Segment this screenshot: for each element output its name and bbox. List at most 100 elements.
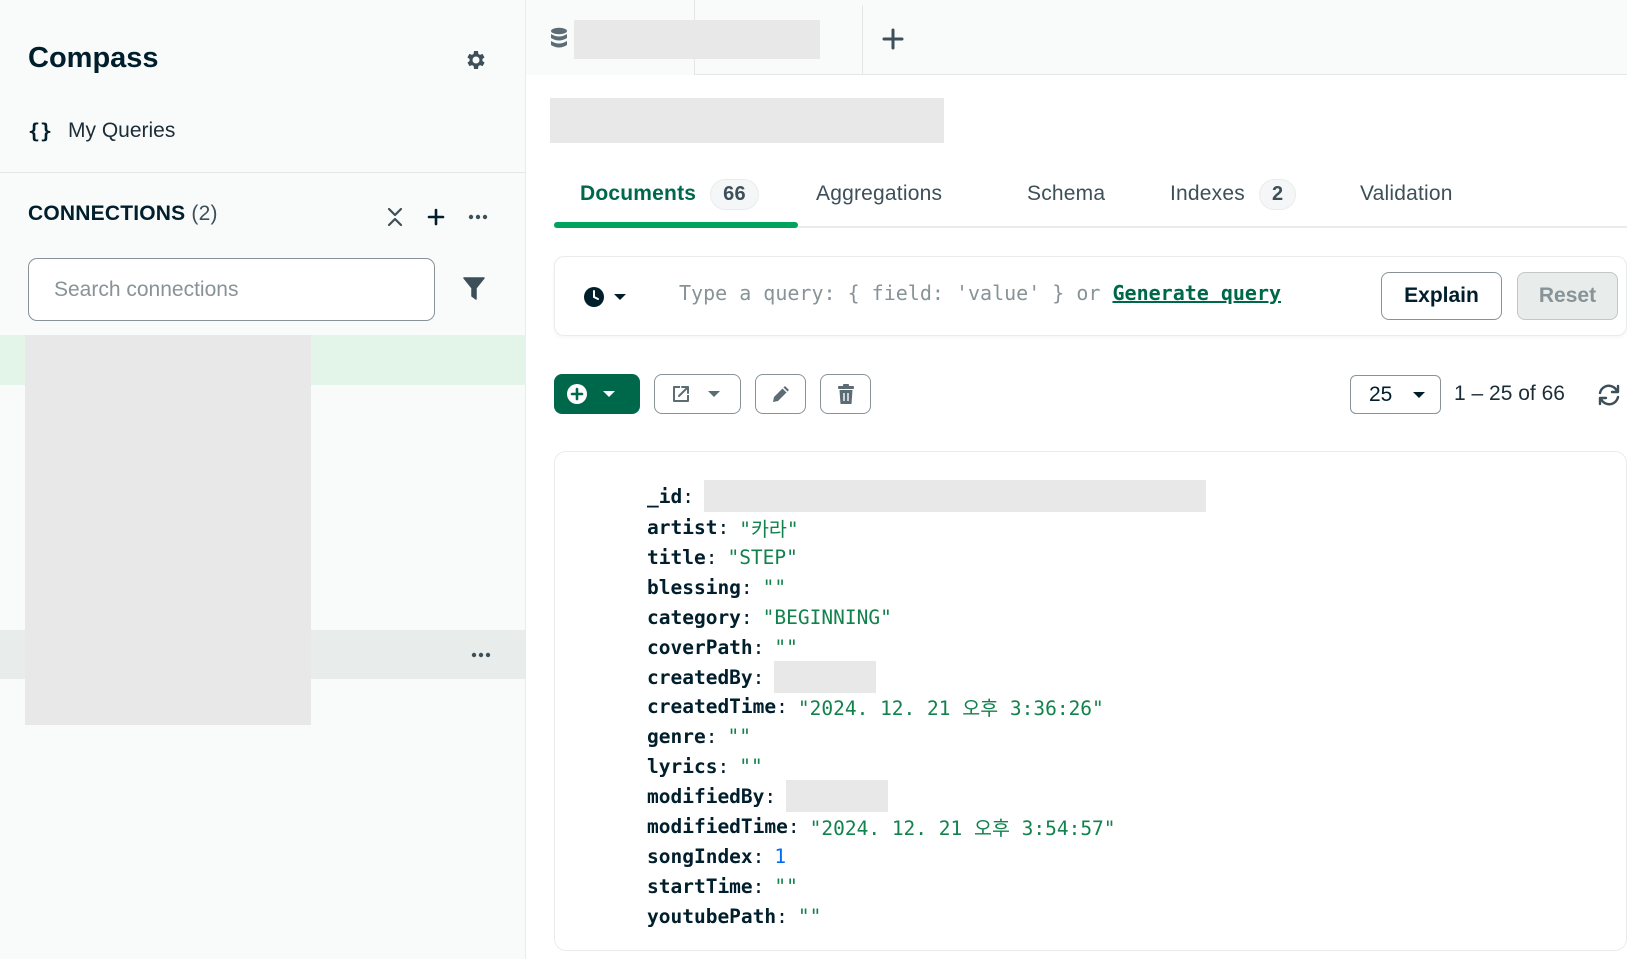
my-queries-link[interactable]: {} My Queries xyxy=(28,116,175,146)
field-value: "BEGINNING" xyxy=(762,605,892,629)
my-queries-label: My Queries xyxy=(68,119,176,142)
document-field-artist: artist : "카라" xyxy=(647,513,799,541)
tab-documents[interactable]: Documents 66 xyxy=(580,176,759,212)
tab-indexes[interactable]: Indexes 2 xyxy=(1170,176,1297,212)
field-separator: : xyxy=(752,665,765,689)
field-separator: : xyxy=(705,545,718,569)
connection-item-more-button[interactable] xyxy=(466,640,496,670)
field-separator: : xyxy=(682,484,694,508)
documents-toolbar: 25 1 – 25 of 66 xyxy=(554,374,1627,414)
tab-documents-label: Documents xyxy=(580,182,697,205)
new-tab-button[interactable] xyxy=(876,22,910,56)
generate-query-link[interactable]: Generate query xyxy=(1112,281,1281,305)
field-separator: : xyxy=(717,515,730,539)
filter-icon xyxy=(463,277,485,300)
settings-button[interactable] xyxy=(462,46,490,74)
app-title: Compass xyxy=(28,42,159,74)
connections-label: CONNECTIONS xyxy=(28,202,186,225)
tab-schema-label: Schema xyxy=(1027,182,1106,205)
redacted-connections-list xyxy=(25,335,311,725)
redacted-value xyxy=(703,480,1206,512)
add-data-button[interactable] xyxy=(554,374,640,414)
indexes-count-badge: 2 xyxy=(1258,178,1297,210)
document-field-title: title : "STEP" xyxy=(647,543,798,571)
refresh-button[interactable] xyxy=(1594,380,1624,410)
document-field-category: category : "BEGINNING" xyxy=(647,603,892,631)
field-value: 1 xyxy=(774,844,787,868)
field-key: blessing xyxy=(647,575,741,599)
document-field-youtubepath: youtubePath : "" xyxy=(647,902,821,930)
field-value: "" xyxy=(727,724,751,748)
field-separator: : xyxy=(787,814,800,838)
redacted-value xyxy=(786,780,889,812)
search-connections-input[interactable] xyxy=(29,259,434,320)
clock-icon xyxy=(584,287,604,307)
export-button[interactable] xyxy=(654,374,741,414)
connections-more-button[interactable] xyxy=(463,202,493,232)
field-value: "STEP" xyxy=(727,545,798,569)
edit-button[interactable] xyxy=(755,374,806,414)
field-separator: : xyxy=(764,784,777,808)
field-key: lyrics xyxy=(647,754,718,778)
field-value: "카라" xyxy=(739,517,799,541)
sidebar: Compass {} My Queries CONNECTIONS (2) xyxy=(0,0,526,959)
query-history-button[interactable] xyxy=(583,283,635,311)
field-separator: : xyxy=(740,605,753,629)
explain-button[interactable]: Explain xyxy=(1381,272,1502,320)
field-key: songIndex xyxy=(647,844,753,868)
chevron-down-icon xyxy=(708,391,720,397)
document-field-modifiedtime: modifiedTime : "2024. 12. 21 오후 3:54:57" xyxy=(647,812,1116,840)
field-key: startTime xyxy=(647,874,753,898)
active-tab-indicator xyxy=(554,222,798,228)
collapse-all-icon xyxy=(387,207,403,227)
collapse-all-button[interactable] xyxy=(380,202,410,232)
delete-button[interactable] xyxy=(820,374,871,414)
field-separator: : xyxy=(752,635,765,659)
field-value: "" xyxy=(739,754,763,778)
document-field-coverpath: coverPath : "" xyxy=(647,633,798,661)
pencil-icon xyxy=(772,386,789,402)
document-field-createdby: createdBy : xyxy=(647,661,877,693)
connections-count: (2) xyxy=(191,202,218,225)
redacted-tab-title xyxy=(574,20,820,59)
field-key: modifiedTime xyxy=(647,814,788,838)
database-icon xyxy=(551,27,567,48)
trash-icon xyxy=(837,384,854,404)
reset-button[interactable]: Reset xyxy=(1517,272,1618,320)
tab-aggregations-label: Aggregations xyxy=(816,182,943,205)
document-card[interactable]: _id: artist : "카라" title : "STEP" blessing… xyxy=(554,451,1627,951)
tab-aggregations[interactable]: Aggregations xyxy=(816,176,942,212)
field-separator: : xyxy=(752,844,765,868)
field-value: "" xyxy=(797,904,822,928)
tab-validation-label: Validation xyxy=(1360,182,1453,205)
search-connections-field[interactable] xyxy=(28,258,435,321)
collection-tabs: Documents 66 Aggregations Schema Indexes… xyxy=(554,168,1627,228)
field-separator: : xyxy=(752,874,765,898)
add-connection-button[interactable] xyxy=(421,202,451,232)
page-size-select[interactable]: 25 xyxy=(1350,375,1441,414)
field-value: "" xyxy=(774,874,798,898)
document-field-songindex: songIndex :1 xyxy=(647,842,786,870)
field-value: "" xyxy=(762,575,787,599)
gear-icon xyxy=(467,51,485,69)
plus-icon xyxy=(427,208,445,226)
query-placeholder: Type a query: { field: 'value' } or xyxy=(679,281,1113,305)
page-size-value: 25 xyxy=(1369,382,1393,406)
pagination-range: 1 – 25 of 66 xyxy=(1454,382,1565,405)
field-key: createdTime xyxy=(647,694,777,718)
field-key: _id xyxy=(647,484,683,508)
tab-divider xyxy=(862,5,863,75)
filter-button[interactable] xyxy=(458,272,490,306)
field-value: "" xyxy=(774,635,798,659)
field-separator: : xyxy=(776,694,788,718)
query-bar: Type a query: { field: 'value' } or Gene… xyxy=(554,256,1627,336)
document-field-id: _id: xyxy=(647,480,1206,512)
document-field-blessing: blessing : "" xyxy=(647,573,786,601)
plus-icon xyxy=(882,28,904,50)
tab-schema[interactable]: Schema xyxy=(1027,176,1105,212)
field-key: genre xyxy=(647,724,706,748)
workspace-tab-bar xyxy=(526,0,1627,75)
field-key: title xyxy=(647,545,706,569)
tab-validation[interactable]: Validation xyxy=(1360,176,1453,212)
query-input[interactable]: Type a query: { field: 'value' } or Gene… xyxy=(679,281,1281,305)
